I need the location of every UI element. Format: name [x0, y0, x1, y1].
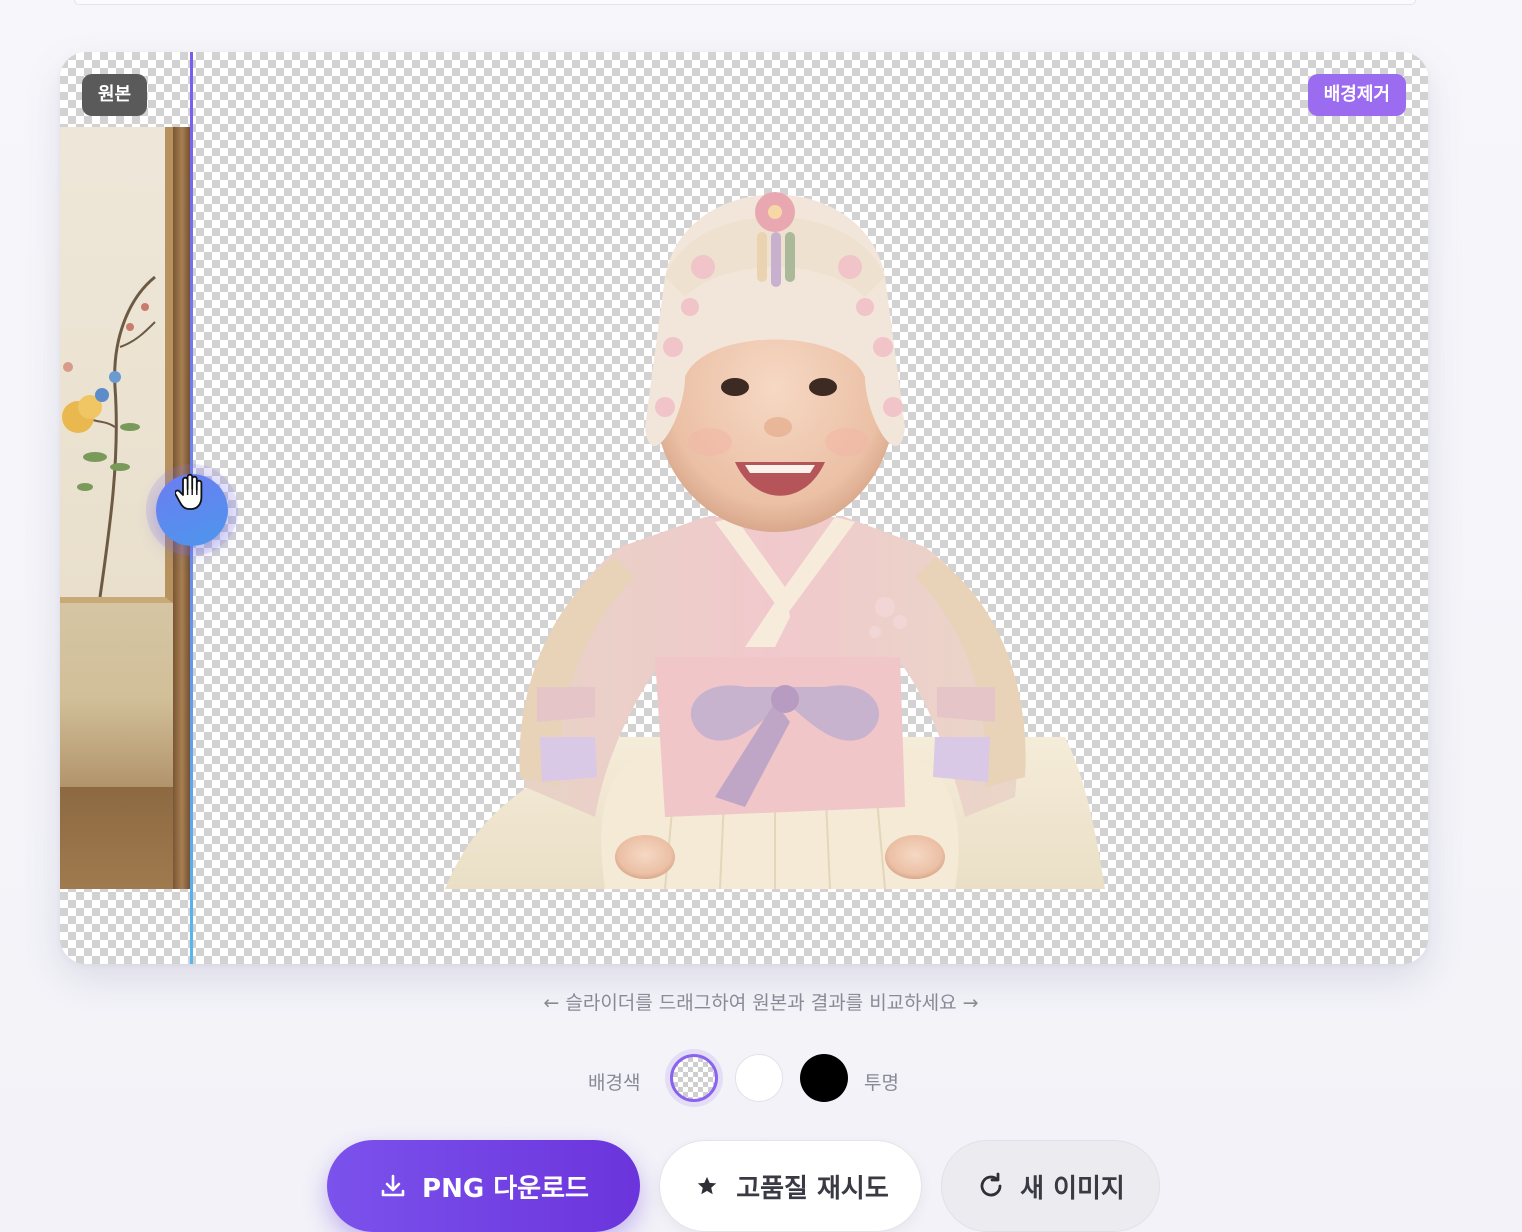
- swatch-transparent[interactable]: [670, 1054, 718, 1102]
- background-color-label: 배경색: [588, 1072, 641, 1094]
- folding-screen: [60, 127, 173, 603]
- grab-cursor-icon: [175, 473, 203, 510]
- floral-painting: [62, 275, 156, 598]
- new-image-button[interactable]: 새 이미지: [941, 1140, 1160, 1232]
- high-quality-retry-button[interactable]: 고품질 재시도: [659, 1140, 922, 1232]
- new-image-label: 새 이미지: [1020, 1173, 1125, 1204]
- selected-background-label: 투명: [864, 1072, 899, 1094]
- background-removed-result-image: [445, 192, 1105, 889]
- high-quality-retry-label: 고품질 재시도: [736, 1173, 889, 1204]
- png-download-label: PNG 다운로드: [422, 1173, 589, 1204]
- background-removed-badge: 배경제거: [1307, 74, 1406, 116]
- wooden-floor: [60, 787, 173, 889]
- slider-hint-text: ← 슬라이더를 드래그하여 원본과 결과를 비교하세요 →: [543, 992, 979, 1014]
- original-badge: 원본: [82, 74, 148, 116]
- download-icon: [378, 1171, 408, 1201]
- comparison-viewer[interactable]: 원본 배경제거: [60, 52, 1428, 964]
- png-download-button[interactable]: PNG 다운로드: [327, 1140, 640, 1232]
- refresh-icon: [976, 1171, 1006, 1201]
- top-panel-edge: [74, 0, 1416, 5]
- star-icon: [692, 1171, 722, 1201]
- swatch-black[interactable]: [800, 1054, 848, 1102]
- background-color-picker: 배경색 투명: [0, 1052, 1522, 1106]
- swatch-white[interactable]: [735, 1054, 783, 1102]
